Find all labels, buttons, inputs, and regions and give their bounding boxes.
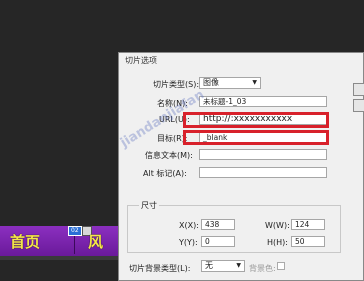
w-label: W(W):	[265, 221, 290, 230]
h-field[interactable]: 50	[291, 236, 325, 247]
name-label: 名称(N):	[157, 99, 188, 108]
slice-type-select[interactable]: 图像 ▼	[199, 77, 261, 89]
alt-tag-field[interactable]	[199, 167, 327, 178]
y-label: Y(Y):	[179, 238, 198, 247]
nav-banner-slice[interactable]: 首页 02 风	[0, 226, 130, 256]
dialog-title: 切片选项	[119, 53, 363, 69]
nav-item-home[interactable]: 首页	[10, 231, 40, 252]
alt-tag-label: Alt 标记(A):	[143, 169, 187, 178]
url-highlight-box	[183, 112, 329, 128]
nav-item-feng[interactable]: 风	[88, 231, 103, 252]
bg-type-value: 无	[205, 261, 213, 270]
slice-number-badge: 02	[68, 226, 82, 236]
dimensions-group-title: 尺寸	[139, 200, 159, 211]
slice-strip	[0, 256, 130, 260]
x-label: X(X):	[179, 221, 199, 230]
bg-color-swatch[interactable]	[277, 262, 285, 270]
x-field[interactable]: 438	[201, 219, 235, 230]
slice-options-dialog: 切片选项 切片类型(S): 图像 ▼ 名称(N): 未标题-1_03 URL(U…	[118, 52, 364, 281]
cancel-button[interactable]	[353, 99, 364, 112]
w-field[interactable]: 124	[291, 219, 325, 230]
target-highlight-box	[183, 130, 329, 145]
h-label: H(H):	[267, 238, 288, 247]
bg-type-select[interactable]: 无 ▼	[201, 260, 245, 272]
bg-type-label: 切片背景类型(L):	[129, 264, 191, 273]
message-field[interactable]	[199, 149, 327, 160]
y-field[interactable]: 0	[201, 236, 235, 247]
chevron-down-icon: ▼	[236, 262, 241, 269]
slice-type-value: 图像	[203, 78, 219, 87]
name-field[interactable]: 未标题-1_03	[199, 96, 327, 107]
slice-type-label: 切片类型(S):	[153, 80, 200, 89]
bg-color-label: 背景色:	[249, 264, 276, 273]
chevron-down-icon: ▼	[252, 79, 257, 86]
ok-button[interactable]	[353, 83, 364, 96]
message-label: 信息文本(M):	[145, 151, 193, 160]
